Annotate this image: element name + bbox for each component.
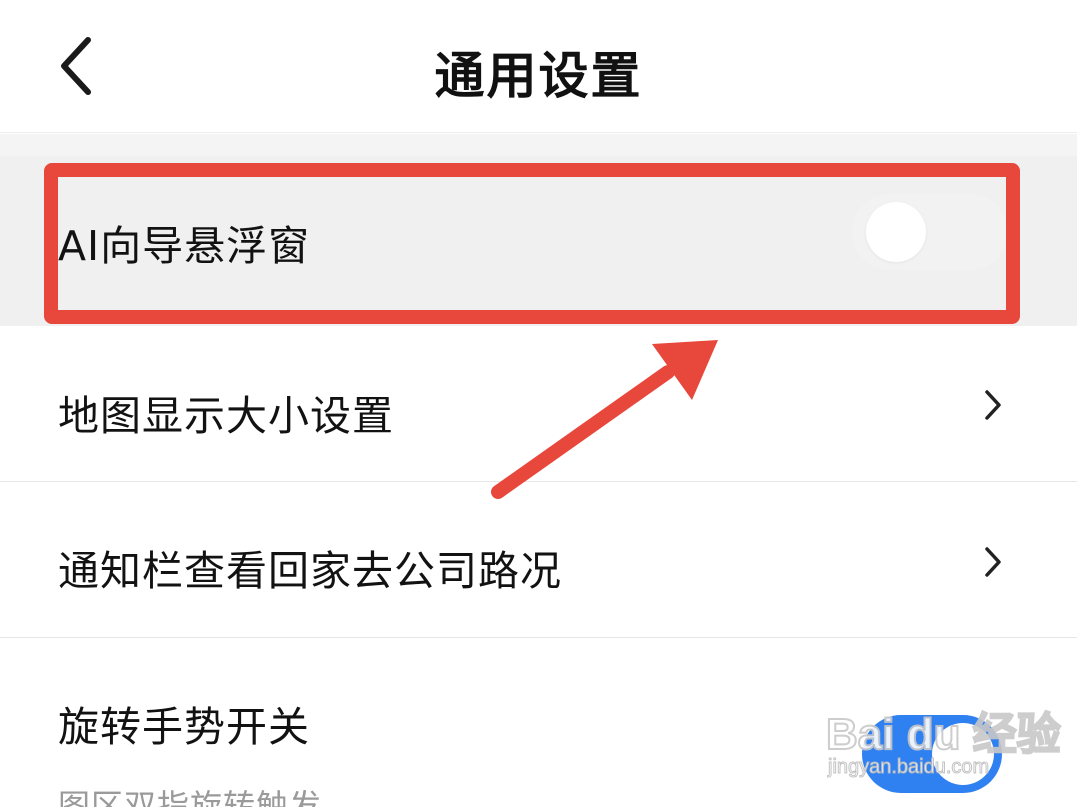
setting-label: AI向导悬浮窗	[58, 222, 311, 270]
setting-row-notification[interactable]: 通知栏查看回家去公司路况	[0, 483, 1077, 638]
section-gap	[0, 134, 1077, 156]
setting-description: 图区双指旋转触发	[58, 787, 323, 807]
chevron-right-icon	[985, 547, 1001, 577]
header-bar: 通用设置	[0, 0, 1077, 133]
general-settings-screen: 通用设置 AI向导悬浮窗 地图显示大小设置 通知栏查看回家去公司路况 旋转手势开…	[0, 0, 1077, 807]
rotate-gesture-toggle[interactable]	[862, 715, 1002, 793]
setting-row-rotate-gesture[interactable]: 旋转手势开关 图区双指旋转触发	[0, 639, 1077, 807]
ai-guide-toggle[interactable]	[852, 194, 1008, 270]
chevron-right-icon	[985, 390, 1001, 420]
toggle-knob	[932, 723, 994, 785]
toggle-knob	[866, 202, 926, 262]
setting-row-map-size[interactable]: 地图显示大小设置	[0, 326, 1077, 482]
setting-row-ai-guide[interactable]: AI向导悬浮窗	[0, 156, 1077, 326]
page-title: 通用设置	[434, 47, 643, 105]
setting-label: 地图显示大小设置	[58, 392, 394, 440]
setting-label: 通知栏查看回家去公司路况	[58, 547, 562, 595]
setting-label: 旋转手势开关	[58, 703, 310, 751]
